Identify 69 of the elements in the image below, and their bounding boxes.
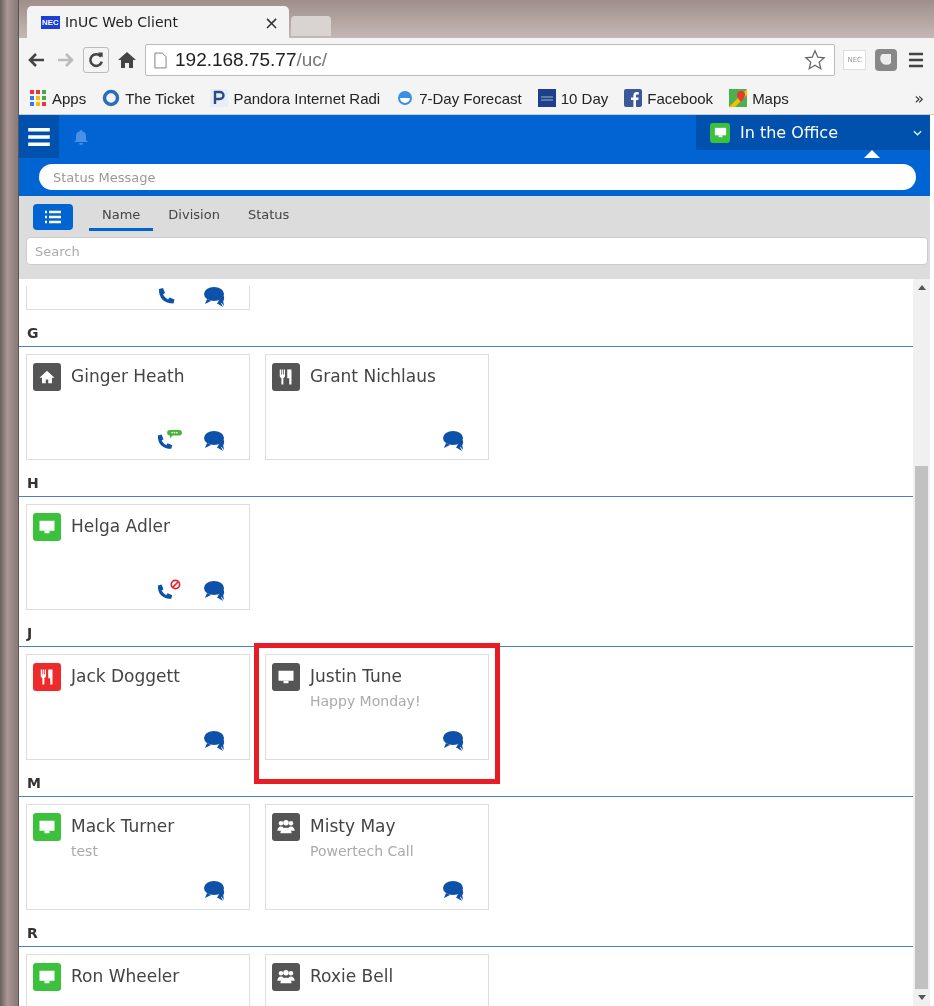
contact-name: Mack Turner — [71, 816, 175, 836]
group-letter: R — [27, 925, 38, 941]
group-letter: M — [27, 775, 41, 791]
reload-icon[interactable] — [83, 47, 109, 73]
contact-name: Misty May — [310, 816, 397, 836]
browser-tab[interactable]: NEC InUC Web Client × — [27, 6, 289, 38]
contact-name: Grant Nichlaus — [310, 366, 436, 386]
contact-card[interactable]: Helga Adler — [26, 504, 250, 610]
close-tab-button[interactable]: × — [263, 11, 279, 33]
bookmark[interactable]: Apps — [29, 89, 87, 107]
contact-card[interactable]: Ginger Heath — [26, 354, 250, 460]
weather-icon — [396, 89, 415, 107]
contact-card[interactable]: Roxie Bell — [265, 954, 489, 1006]
presence-selector[interactable]: In the Office — [696, 115, 930, 150]
grid-icon — [29, 89, 47, 107]
menu-icon — [27, 126, 51, 147]
contact-card[interactable]: Mack Turner test — [26, 804, 250, 910]
status-message: Happy Monday! — [310, 693, 421, 709]
extension-icon[interactable] — [874, 48, 898, 72]
contact-name: Roxie Bell — [310, 966, 394, 986]
bookmark[interactable]: Facebook — [624, 89, 714, 107]
sort-tab[interactable]: Status — [234, 202, 303, 231]
contact-name: Helga Adler — [71, 516, 170, 536]
status-message-field[interactable]: Status Message — [39, 164, 916, 190]
star-icon[interactable] — [804, 49, 827, 71]
more-bookmarks-button[interactable]: » — [914, 88, 924, 108]
home-icon[interactable] — [117, 50, 137, 70]
ring-icon — [102, 89, 121, 107]
bookmark[interactable]: Pandora Internet Radi — [210, 89, 381, 107]
map-pin-icon — [729, 89, 748, 107]
contact-card[interactable]: Jack Doggett — [26, 654, 250, 760]
contact-name: Jack Doggett — [71, 666, 180, 686]
contact-card[interactable]: Grant Nichlaus — [265, 354, 489, 460]
page-icon — [154, 51, 167, 69]
contact-card[interactable]: Justin Tune Happy Monday! — [265, 654, 489, 760]
group-letter: G — [27, 325, 39, 341]
url-text: 192.168.75.77/uc/ — [175, 49, 329, 71]
bookmark[interactable]: 10 Day — [537, 89, 609, 107]
status-message: Powertech Call — [310, 843, 414, 859]
contact-card[interactable]: Ron Wheeler — [26, 954, 250, 1006]
contact-card[interactable] — [26, 286, 250, 310]
scrollbar[interactable] — [913, 279, 930, 1006]
scroll-down-arrow-icon[interactable] — [917, 995, 926, 1000]
nec-favicon: NEC — [41, 15, 60, 29]
contact-name: Ginger Heath — [71, 366, 185, 386]
contact-name: Justin Tune — [310, 666, 404, 686]
channel-logo-icon — [537, 89, 556, 107]
list-icon — [43, 209, 63, 224]
search-field[interactable]: Search — [26, 237, 928, 265]
bookmark[interactable]: The Ticket — [102, 89, 195, 107]
chevron-down-icon — [913, 129, 922, 136]
bookmark[interactable]: Maps — [729, 89, 789, 107]
contact-card[interactable]: Misty May Powertech Call — [265, 804, 489, 910]
scroll-up-arrow-icon[interactable] — [917, 285, 926, 290]
group-letter: H — [27, 475, 39, 491]
contact-name: Ron Wheeler — [71, 966, 180, 986]
list-view-button[interactable] — [33, 203, 73, 230]
status-message: test — [71, 843, 99, 859]
facebook-icon — [624, 89, 643, 107]
group-letter: J — [27, 625, 33, 641]
sort-tab[interactable]: Division — [155, 202, 233, 231]
menu-icon[interactable] — [906, 50, 926, 70]
bookmark[interactable]: 7-Day Forecast — [396, 89, 522, 107]
tab-title: InUC Web Client — [64, 14, 179, 30]
address-bar[interactable]: 192.168.75.77/uc/ — [145, 44, 836, 76]
sort-tab[interactable]: Name — [89, 202, 154, 231]
menu-button[interactable] — [19, 115, 59, 158]
scrollbar-thumb[interactable] — [915, 466, 928, 989]
letter-p-icon — [210, 89, 229, 107]
